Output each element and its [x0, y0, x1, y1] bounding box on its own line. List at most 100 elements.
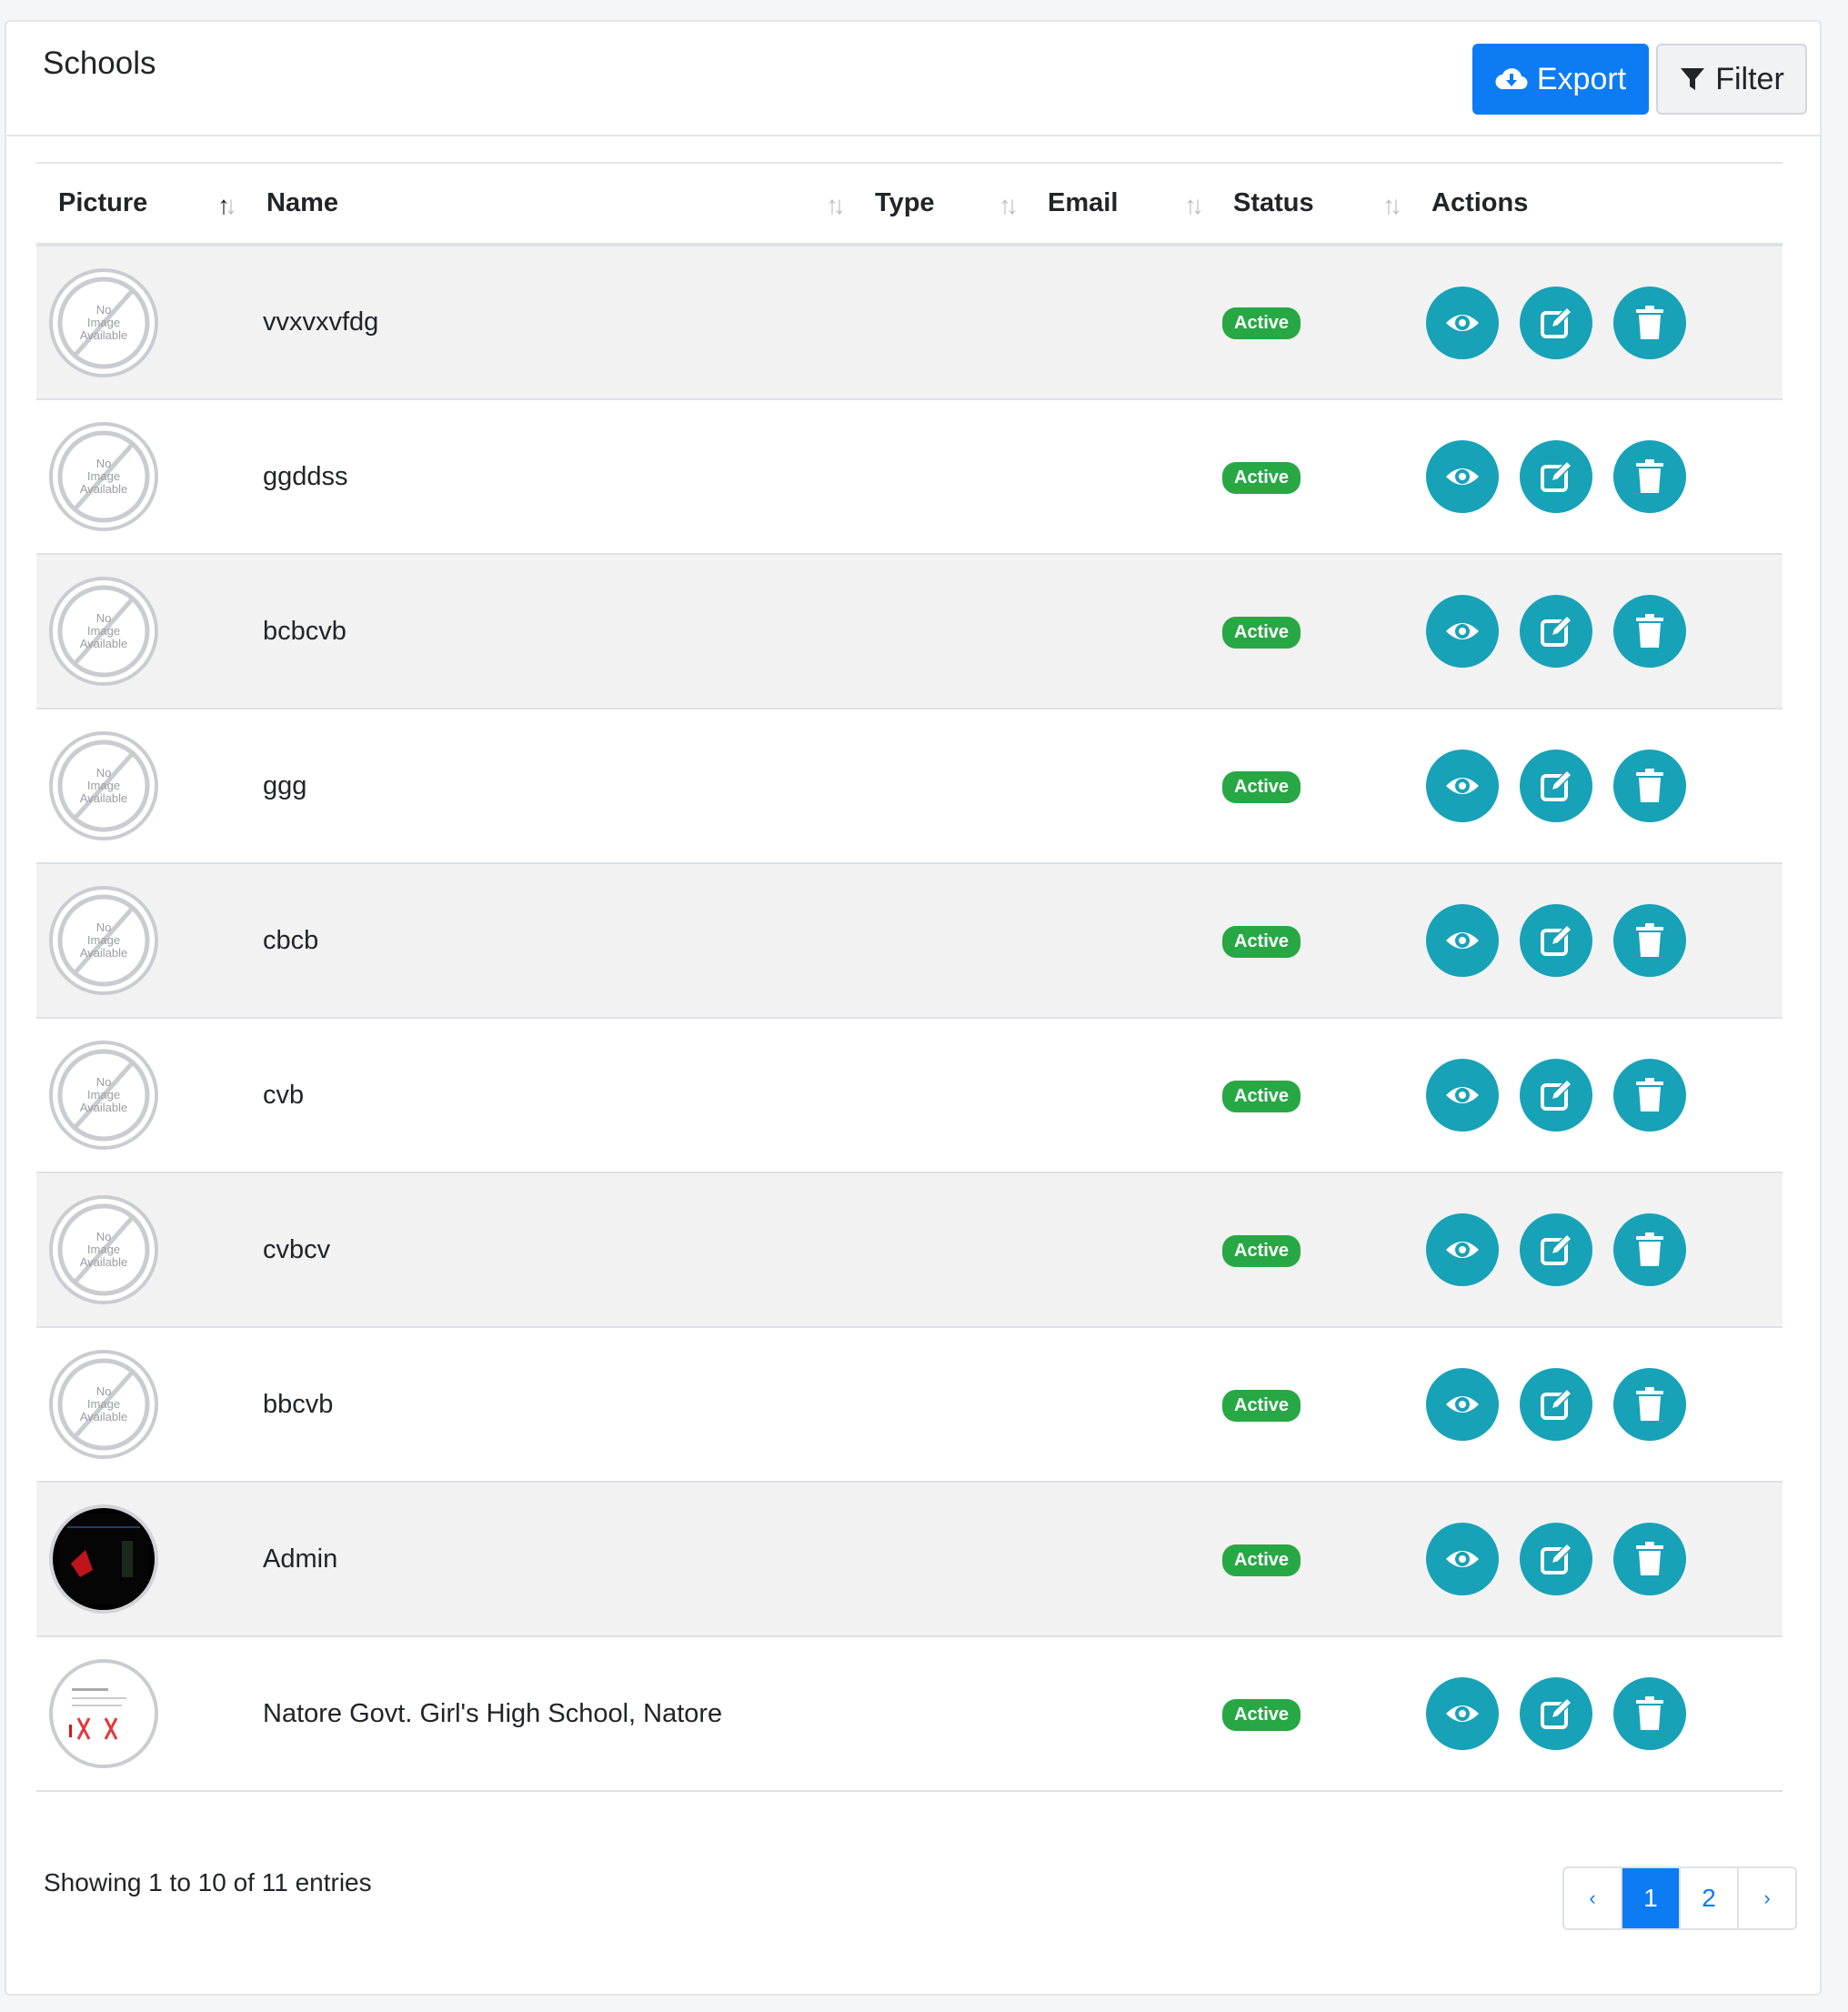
view-button[interactable] [1426, 1213, 1499, 1286]
pagination-next[interactable]: › [1739, 1868, 1795, 1928]
svg-text:No: No [96, 303, 112, 317]
pagination-page-1[interactable]: 1 [1622, 1868, 1681, 1928]
svg-text:Image: Image [87, 469, 120, 483]
column-header-name[interactable]: Name ↑↓ [245, 163, 853, 246]
edit-button[interactable] [1520, 749, 1592, 822]
svg-text:Available: Available [80, 482, 128, 496]
column-header-email[interactable]: Email ↑↓ [1026, 163, 1211, 246]
type-cell [853, 863, 1026, 1018]
status-cell: Active [1211, 709, 1410, 863]
type-cell [853, 554, 1026, 709]
edit-button[interactable] [1520, 440, 1592, 513]
delete-button[interactable] [1613, 1368, 1686, 1441]
picture-cell [36, 1636, 245, 1791]
edit-button[interactable] [1520, 1368, 1592, 1441]
avatar: No Image Available [49, 731, 158, 840]
status-badge: Active [1222, 1080, 1301, 1112]
delete-button[interactable] [1613, 749, 1686, 822]
view-button[interactable] [1426, 595, 1499, 668]
edit-button[interactable] [1520, 1213, 1592, 1286]
name-cell: vvxvxvfdg [263, 307, 379, 337]
avatar: No Image Available [49, 577, 158, 686]
type-cell [853, 1172, 1026, 1327]
svg-text:No: No [96, 920, 112, 934]
edit-icon [1541, 1232, 1573, 1265]
picture-cell: No Image Available [36, 1172, 245, 1327]
view-button[interactable] [1426, 1677, 1499, 1750]
view-button[interactable] [1426, 749, 1499, 822]
edit-button[interactable] [1520, 595, 1592, 668]
no-image-icon: No Image Available [57, 430, 150, 523]
table-row: Admin Active [36, 1482, 1783, 1636]
view-button[interactable] [1426, 440, 1499, 513]
funnel-icon [1681, 68, 1705, 90]
svg-text:No: No [96, 1384, 112, 1398]
pagination-prev[interactable]: ‹ [1564, 1868, 1622, 1928]
pagination-page-2[interactable]: 2 [1681, 1868, 1739, 1928]
delete-button[interactable] [1613, 595, 1686, 668]
view-button[interactable] [1426, 904, 1499, 977]
column-header-type[interactable]: Type ↑↓ [853, 163, 1026, 246]
avatar [49, 1504, 158, 1614]
edit-button[interactable] [1520, 904, 1592, 977]
delete-button[interactable] [1613, 1059, 1686, 1132]
no-image-icon: No Image Available [57, 277, 150, 368]
edit-icon [1541, 1078, 1573, 1111]
table-row: No Image Available ggg Active [36, 709, 1783, 863]
trash-icon [1636, 614, 1663, 648]
column-header-status[interactable]: Status ↑↓ [1211, 163, 1410, 246]
type-cell [853, 1636, 1026, 1791]
no-image-icon: No Image Available [57, 1049, 150, 1142]
status-cell: Active [1211, 1018, 1410, 1172]
svg-text:Image: Image [87, 1242, 120, 1256]
actions-cell [1410, 1018, 1783, 1172]
name-cell: cvbcv [263, 1234, 331, 1264]
view-button[interactable] [1426, 1059, 1499, 1132]
edit-icon [1541, 923, 1573, 956]
name-cell: cbcb [263, 925, 319, 955]
svg-text:Image: Image [87, 933, 120, 947]
status-cell: Active [1211, 245, 1410, 399]
email-cell [1026, 399, 1211, 554]
sort-asc-icon: ↑↓ [217, 191, 237, 219]
view-button[interactable] [1426, 1523, 1499, 1595]
filter-button[interactable]: Filter [1656, 44, 1807, 115]
view-button[interactable] [1426, 286, 1499, 359]
svg-text:Available: Available [80, 946, 128, 960]
delete-button[interactable] [1613, 1213, 1686, 1286]
column-header-picture[interactable]: Picture ↑↓ [36, 163, 245, 246]
email-cell [1026, 863, 1211, 1018]
trash-icon [1636, 1542, 1663, 1575]
delete-button[interactable] [1613, 286, 1686, 359]
delete-button[interactable] [1613, 904, 1686, 977]
trash-icon [1636, 1232, 1663, 1266]
picture-cell: No Image Available [36, 863, 245, 1018]
view-button[interactable] [1426, 1368, 1499, 1441]
edit-button[interactable] [1520, 1523, 1592, 1595]
no-image-icon: No Image Available [57, 894, 150, 987]
email-cell [1026, 1482, 1211, 1636]
name-cell: ggddss [263, 461, 348, 491]
edit-button[interactable] [1520, 286, 1592, 359]
trash-icon [1636, 923, 1663, 957]
delete-button[interactable] [1613, 1677, 1686, 1750]
edit-icon [1541, 614, 1573, 647]
actions-cell [1410, 1636, 1783, 1791]
status-badge: Active [1222, 1544, 1301, 1576]
edit-button[interactable] [1520, 1059, 1592, 1132]
export-button[interactable]: Export [1472, 44, 1649, 115]
type-cell [853, 1482, 1026, 1636]
avatar: No Image Available [49, 422, 158, 531]
svg-text:Image: Image [87, 1397, 120, 1411]
name-cell: cvb [263, 1080, 305, 1110]
email-cell [1026, 245, 1211, 399]
delete-button[interactable] [1613, 1523, 1686, 1595]
table-row: No Image Available cvb Active [36, 1018, 1783, 1172]
edit-button[interactable] [1520, 1677, 1592, 1750]
no-image-icon: No Image Available [57, 739, 150, 832]
delete-button[interactable] [1613, 440, 1686, 513]
sort-icon: ↑↓ [1184, 191, 1204, 219]
status-cell: Active [1211, 863, 1410, 1018]
status-badge: Active [1222, 925, 1301, 958]
eye-icon [1446, 468, 1479, 485]
